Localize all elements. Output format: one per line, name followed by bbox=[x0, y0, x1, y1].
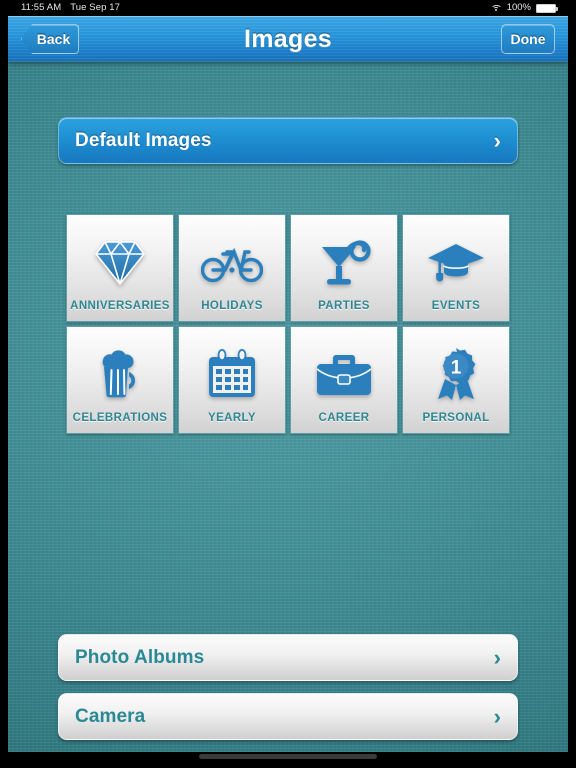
category-tile-label: CAREER bbox=[318, 412, 370, 424]
page-title: Images bbox=[244, 24, 332, 53]
beer-mug-icon bbox=[67, 336, 173, 412]
done-button-label: Done bbox=[510, 31, 546, 47]
category-tile-label: YEARLY bbox=[208, 412, 256, 424]
category-tile-career[interactable]: CAREER bbox=[290, 326, 398, 434]
cocktail-glass-icon bbox=[291, 224, 397, 300]
category-tile-label: PARTIES bbox=[318, 300, 370, 312]
diamond-icon bbox=[67, 224, 173, 300]
ipad-screenshot: 11:55 AM Tue Sep 17 100% Back Images Don… bbox=[0, 0, 576, 768]
camera-button[interactable]: Camera › bbox=[58, 693, 518, 740]
calendar-icon bbox=[179, 336, 285, 412]
category-tile-label: EVENTS bbox=[431, 300, 481, 312]
category-tile-personal[interactable]: 1 PERSONAL bbox=[402, 326, 510, 434]
home-indicator bbox=[199, 754, 377, 759]
award-ribbon-number: 1 bbox=[451, 358, 462, 379]
photo-albums-button[interactable]: Photo Albums › bbox=[58, 634, 518, 681]
photo-albums-label: Photo Albums bbox=[75, 646, 205, 668]
category-tile-anniversaries[interactable]: ANNIVERSARIES bbox=[66, 214, 174, 322]
status-date: Tue Sep 17 bbox=[70, 2, 121, 13]
category-tile-label: ANNIVERSARIES bbox=[70, 300, 170, 312]
category-tile-label: PERSONAL bbox=[422, 412, 490, 424]
category-tile-celebrations[interactable]: CELEBRATIONS bbox=[66, 326, 174, 434]
status-bar-left: 11:55 AM Tue Sep 17 bbox=[0, 0, 120, 16]
status-bar: 11:55 AM Tue Sep 17 100% bbox=[0, 0, 576, 16]
wifi-icon bbox=[490, 4, 502, 13]
status-bar-right: 100% bbox=[490, 0, 576, 16]
chevron-right-icon: › bbox=[493, 644, 501, 670]
battery-full-icon bbox=[536, 3, 558, 13]
category-tile-holidays[interactable]: HOLIDAYS bbox=[178, 214, 286, 322]
battery-percent-label: 100% bbox=[506, 2, 531, 13]
status-time: 11:55 AM bbox=[21, 2, 62, 13]
default-images-button[interactable]: Default Images › bbox=[58, 117, 518, 164]
briefcase-icon bbox=[291, 336, 397, 412]
category-tile-events[interactable]: EVENTS bbox=[402, 214, 510, 322]
chevron-right-icon: › bbox=[493, 703, 501, 729]
award-ribbon-icon: 1 bbox=[403, 336, 509, 412]
content-area: Default Images › ANNIVERSARIES HOLIDAYS … bbox=[8, 62, 568, 752]
camera-label: Camera bbox=[75, 705, 146, 727]
category-grid: ANNIVERSARIES HOLIDAYS PARTIES EVENTS CE… bbox=[66, 214, 510, 434]
category-tile-label: CELEBRATIONS bbox=[72, 412, 168, 424]
bicycle-icon bbox=[179, 224, 285, 300]
category-tile-label: HOLIDAYS bbox=[201, 300, 263, 312]
chevron-right-icon: › bbox=[493, 127, 501, 153]
done-button[interactable]: Done bbox=[501, 24, 555, 54]
app-screen: Back Images Done Default Images › ANNIVE… bbox=[8, 16, 568, 752]
navigation-bar: Back Images Done bbox=[8, 16, 568, 62]
graduation-cap-icon bbox=[403, 224, 509, 300]
category-tile-yearly[interactable]: YEARLY bbox=[178, 326, 286, 434]
category-tile-parties[interactable]: PARTIES bbox=[290, 214, 398, 322]
default-images-label: Default Images bbox=[75, 129, 212, 151]
